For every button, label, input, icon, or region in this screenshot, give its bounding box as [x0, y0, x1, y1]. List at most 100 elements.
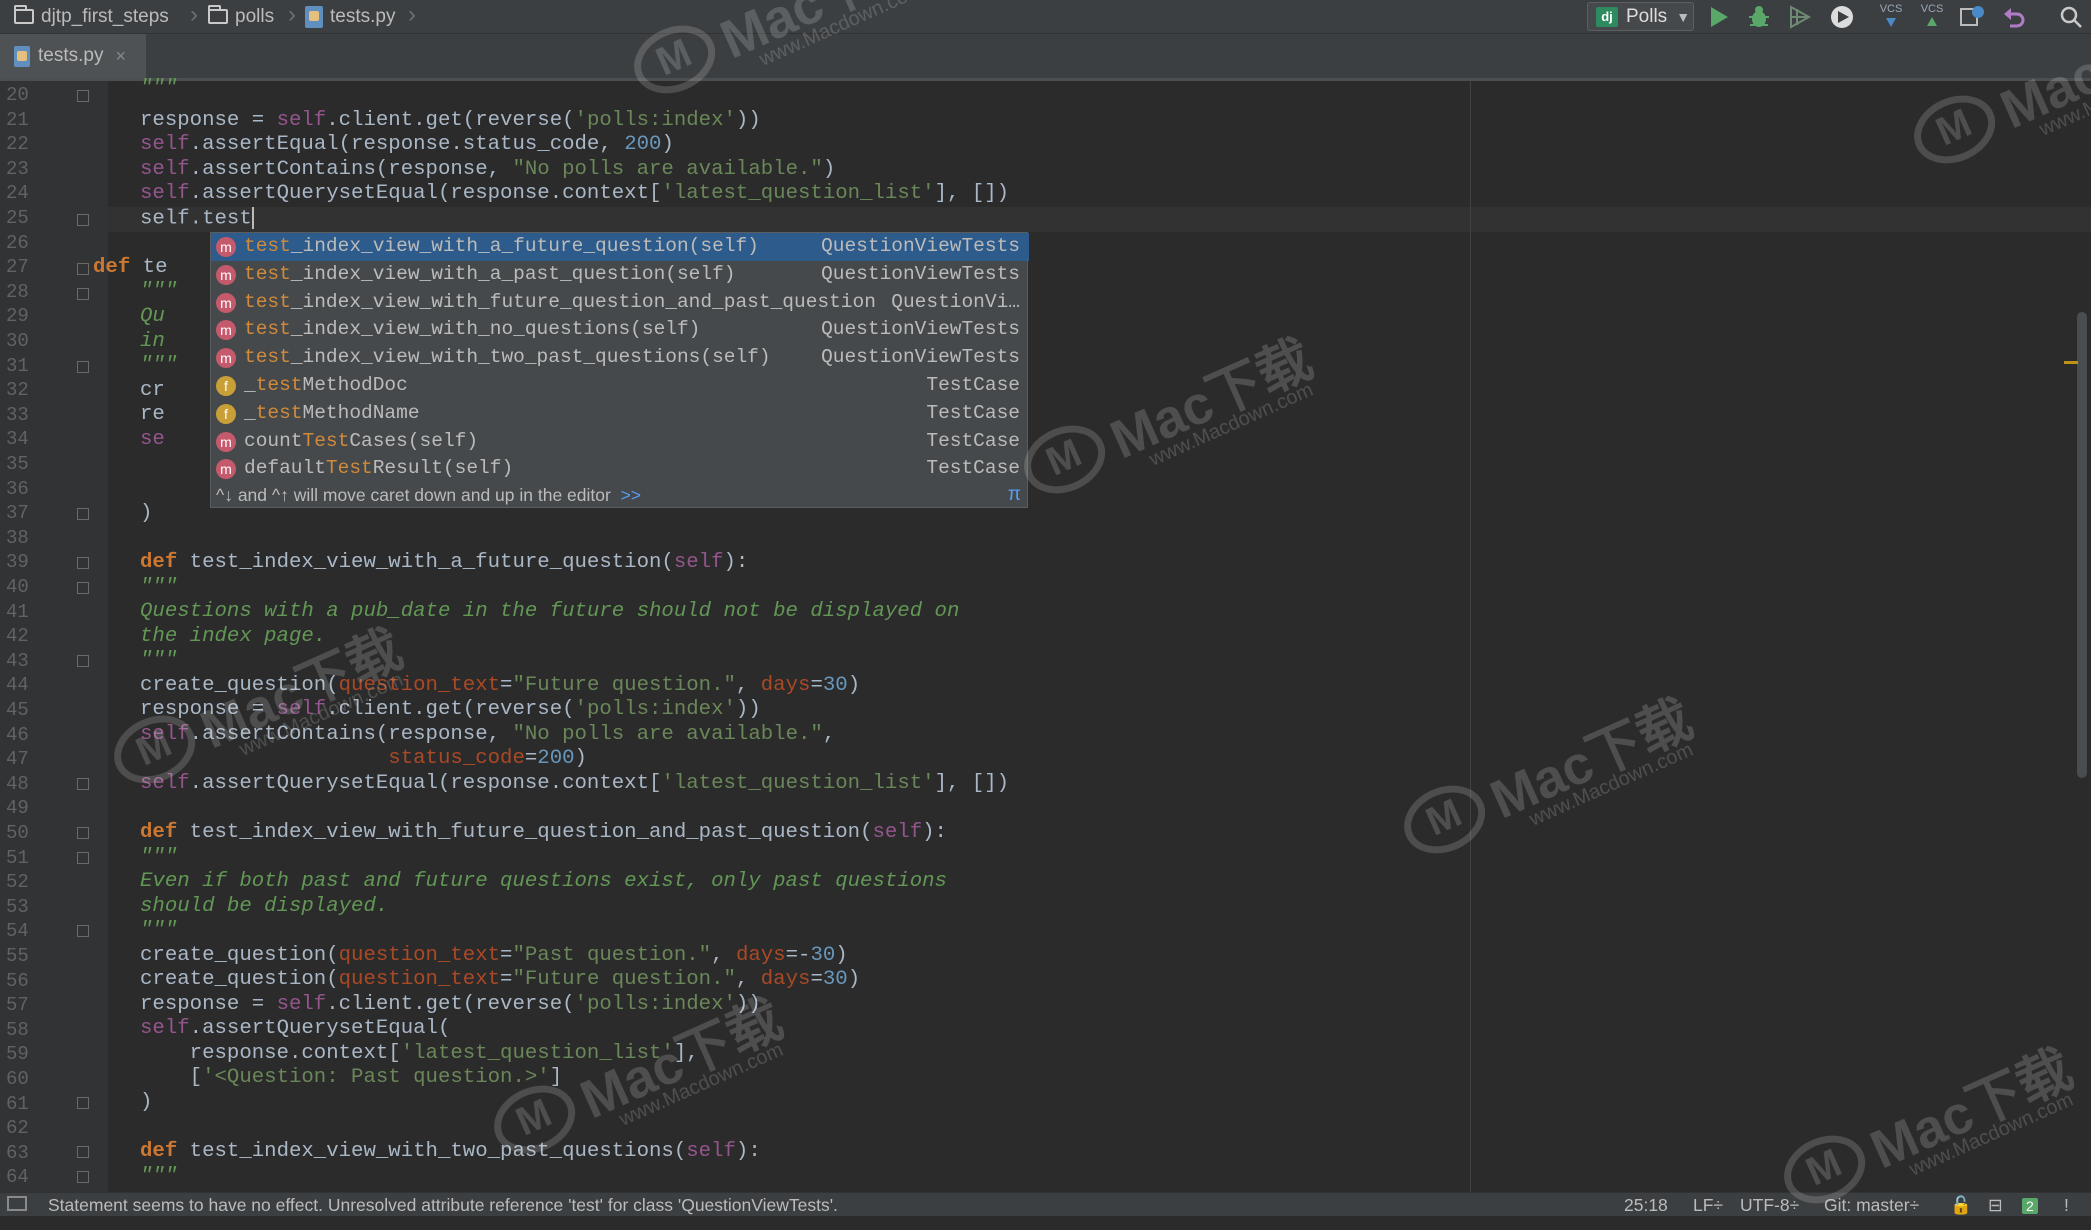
fold-marker[interactable]: [77, 361, 89, 373]
fold-marker[interactable]: [77, 557, 89, 569]
code-line: def test_index_view_with_a_future_questi…: [140, 551, 749, 574]
autocomplete-item[interactable]: m test_index_view_with_no_questions(self)…: [211, 316, 1029, 344]
line-number: 24: [6, 182, 29, 205]
run-configuration-select[interactable]: dj Polls ▼: [1587, 2, 1694, 31]
breadcrumb-file[interactable]: tests.py: [305, 3, 395, 30]
line-number: 50: [6, 822, 29, 844]
field-icon: f: [216, 403, 236, 424]
autocomplete-item-type: QuestionVi…: [891, 290, 1020, 313]
folder-icon: [14, 5, 34, 24]
fold-marker[interactable]: [77, 1097, 89, 1109]
vcs-revert-button[interactable]: [2000, 3, 2028, 30]
breadcrumb-separator: ›: [190, 1, 198, 28]
run-button[interactable]: [1706, 3, 1732, 30]
line-number: 62: [6, 1117, 29, 1140]
event-log-badge: 2: [2022, 1198, 2038, 1214]
autocomplete-item-text: _index_view_with_no_questions(self): [290, 318, 701, 341]
breadcrumb-polls[interactable]: polls: [208, 3, 274, 30]
tab-tests-py[interactable]: tests.py ×: [0, 34, 146, 78]
code-line: status_code=200): [388, 747, 587, 770]
status-bar: Statement seems to have no effect. Unres…: [0, 1192, 2091, 1216]
fold-marker[interactable]: [77, 827, 89, 839]
vertical-scrollbar[interactable]: [2077, 312, 2087, 778]
fold-marker[interactable]: [77, 1146, 89, 1158]
code-line: self.assertQuerysetEqual(: [140, 1017, 451, 1040]
autocomplete-item-text: test: [244, 290, 291, 313]
autocomplete-item-name: _testMethodName: [244, 402, 420, 424]
fold-marker[interactable]: [77, 655, 89, 667]
more-options-link[interactable]: >>: [621, 485, 641, 505]
autocomplete-item[interactable]: m defaultTestResult(self) TestCase: [211, 455, 1029, 483]
fold-marker[interactable]: [77, 90, 89, 102]
inspector-icon[interactable]: ⊟: [1988, 1195, 2003, 1216]
code-line: """: [140, 280, 178, 303]
current-line-highlight: [108, 207, 2091, 232]
autocomplete-item-type: TestCase: [926, 401, 1020, 424]
autocomplete-item-text: MethodName: [302, 401, 420, 424]
code-line: ['<Question: Past question.>']: [140, 1066, 563, 1089]
autocomplete-item-name: test_index_view_with_future_question_and…: [244, 291, 876, 313]
line-number: 54: [6, 920, 29, 943]
encoding-select[interactable]: UTF-8÷: [1740, 1195, 1799, 1216]
line-number: 64: [6, 1166, 29, 1189]
event-log-button[interactable]: 2: [2022, 1195, 2038, 1216]
fold-marker[interactable]: [77, 778, 89, 790]
autocomplete-item[interactable]: m test_index_view_with_future_question_an…: [211, 289, 1029, 317]
fold-marker[interactable]: [77, 925, 89, 937]
warning-stripe-marker[interactable]: [2064, 361, 2078, 364]
vcs-commit-button[interactable]: VCS: [1917, 3, 1947, 30]
autocomplete-item[interactable]: m test_index_view_with_a_future_question(…: [211, 233, 1029, 261]
autocomplete-item-name: test_index_view_with_no_questions(self): [244, 318, 700, 340]
autocomplete-item[interactable]: m countTestCases(self) TestCase: [211, 428, 1029, 456]
coverage-icon: [1790, 4, 1811, 29]
autocomplete-item-text: _index_view_with_two_past_questions(self…: [290, 346, 771, 369]
autocomplete-item[interactable]: f _testMethodName TestCase: [211, 400, 1029, 428]
fold-marker[interactable]: [77, 1171, 89, 1183]
line-number: 37: [6, 502, 29, 525]
toggle-tool-windows-icon[interactable]: [7, 1196, 27, 1211]
code-line: def te: [93, 256, 168, 279]
autocomplete-item-text: test: [244, 235, 291, 257]
debug-button[interactable]: [1746, 3, 1772, 30]
close-tab-icon[interactable]: ×: [115, 46, 126, 67]
pin-icon[interactable]: π: [1008, 484, 1021, 506]
breadcrumb-project-label: djtp_first_steps: [41, 5, 169, 27]
notification-icon[interactable]: !: [2064, 1195, 2069, 1216]
coverage-button[interactable]: [1786, 3, 1812, 30]
code-line: def test_index_view_with_two_past_questi…: [140, 1140, 761, 1163]
autocomplete-item[interactable]: m test_index_view_with_a_past_question(se…: [211, 261, 1029, 289]
fold-marker[interactable]: [77, 852, 89, 864]
fold-marker[interactable]: [77, 582, 89, 594]
method-icon: m: [216, 292, 236, 313]
arrow-down-icon: [1886, 18, 1896, 27]
caret-position[interactable]: 25:18: [1624, 1195, 1668, 1216]
breadcrumb-separator: ›: [288, 1, 296, 28]
fold-marker[interactable]: [77, 263, 89, 275]
line-number: 23: [6, 157, 29, 180]
autocomplete-item-text: test: [244, 262, 291, 285]
breadcrumb-project[interactable]: djtp_first_steps: [14, 3, 169, 30]
line-separator-select[interactable]: LF÷: [1693, 1195, 1723, 1216]
vcs-update-button[interactable]: VCS: [1876, 3, 1906, 30]
fold-marker[interactable]: [77, 214, 89, 226]
autocomplete-item-text: _index_view_with_future_question_and_pas…: [290, 290, 876, 313]
line-number: 55: [6, 945, 29, 967]
line-number: 31: [6, 354, 29, 377]
autocomplete-item[interactable]: m test_index_view_with_two_past_questions…: [211, 344, 1029, 372]
vcs-history-button[interactable]: [1958, 3, 1986, 30]
search-everywhere-button[interactable]: [2056, 3, 2086, 30]
profile-button[interactable]: [1828, 3, 1856, 30]
history-icon: [1960, 5, 1984, 26]
autocomplete-item-text: count: [244, 429, 303, 452]
lock-icon[interactable]: 🔓: [1950, 1195, 1972, 1216]
fold-marker[interactable]: [77, 508, 89, 520]
git-branch-select[interactable]: Git: master÷: [1824, 1195, 1919, 1216]
breadcrumb-polls-label: polls: [235, 5, 275, 27]
breadcrumb-file-label: tests.py: [330, 5, 396, 27]
fold-marker[interactable]: [77, 288, 89, 300]
vcs-update-label: VCS: [1879, 3, 1903, 15]
autocomplete-item[interactable]: f _testMethodDoc TestCase: [211, 372, 1029, 400]
tab-underline: [0, 78, 2091, 81]
tab-label: tests.py: [38, 45, 104, 66]
autocomplete-item-text: Test: [302, 429, 350, 452]
